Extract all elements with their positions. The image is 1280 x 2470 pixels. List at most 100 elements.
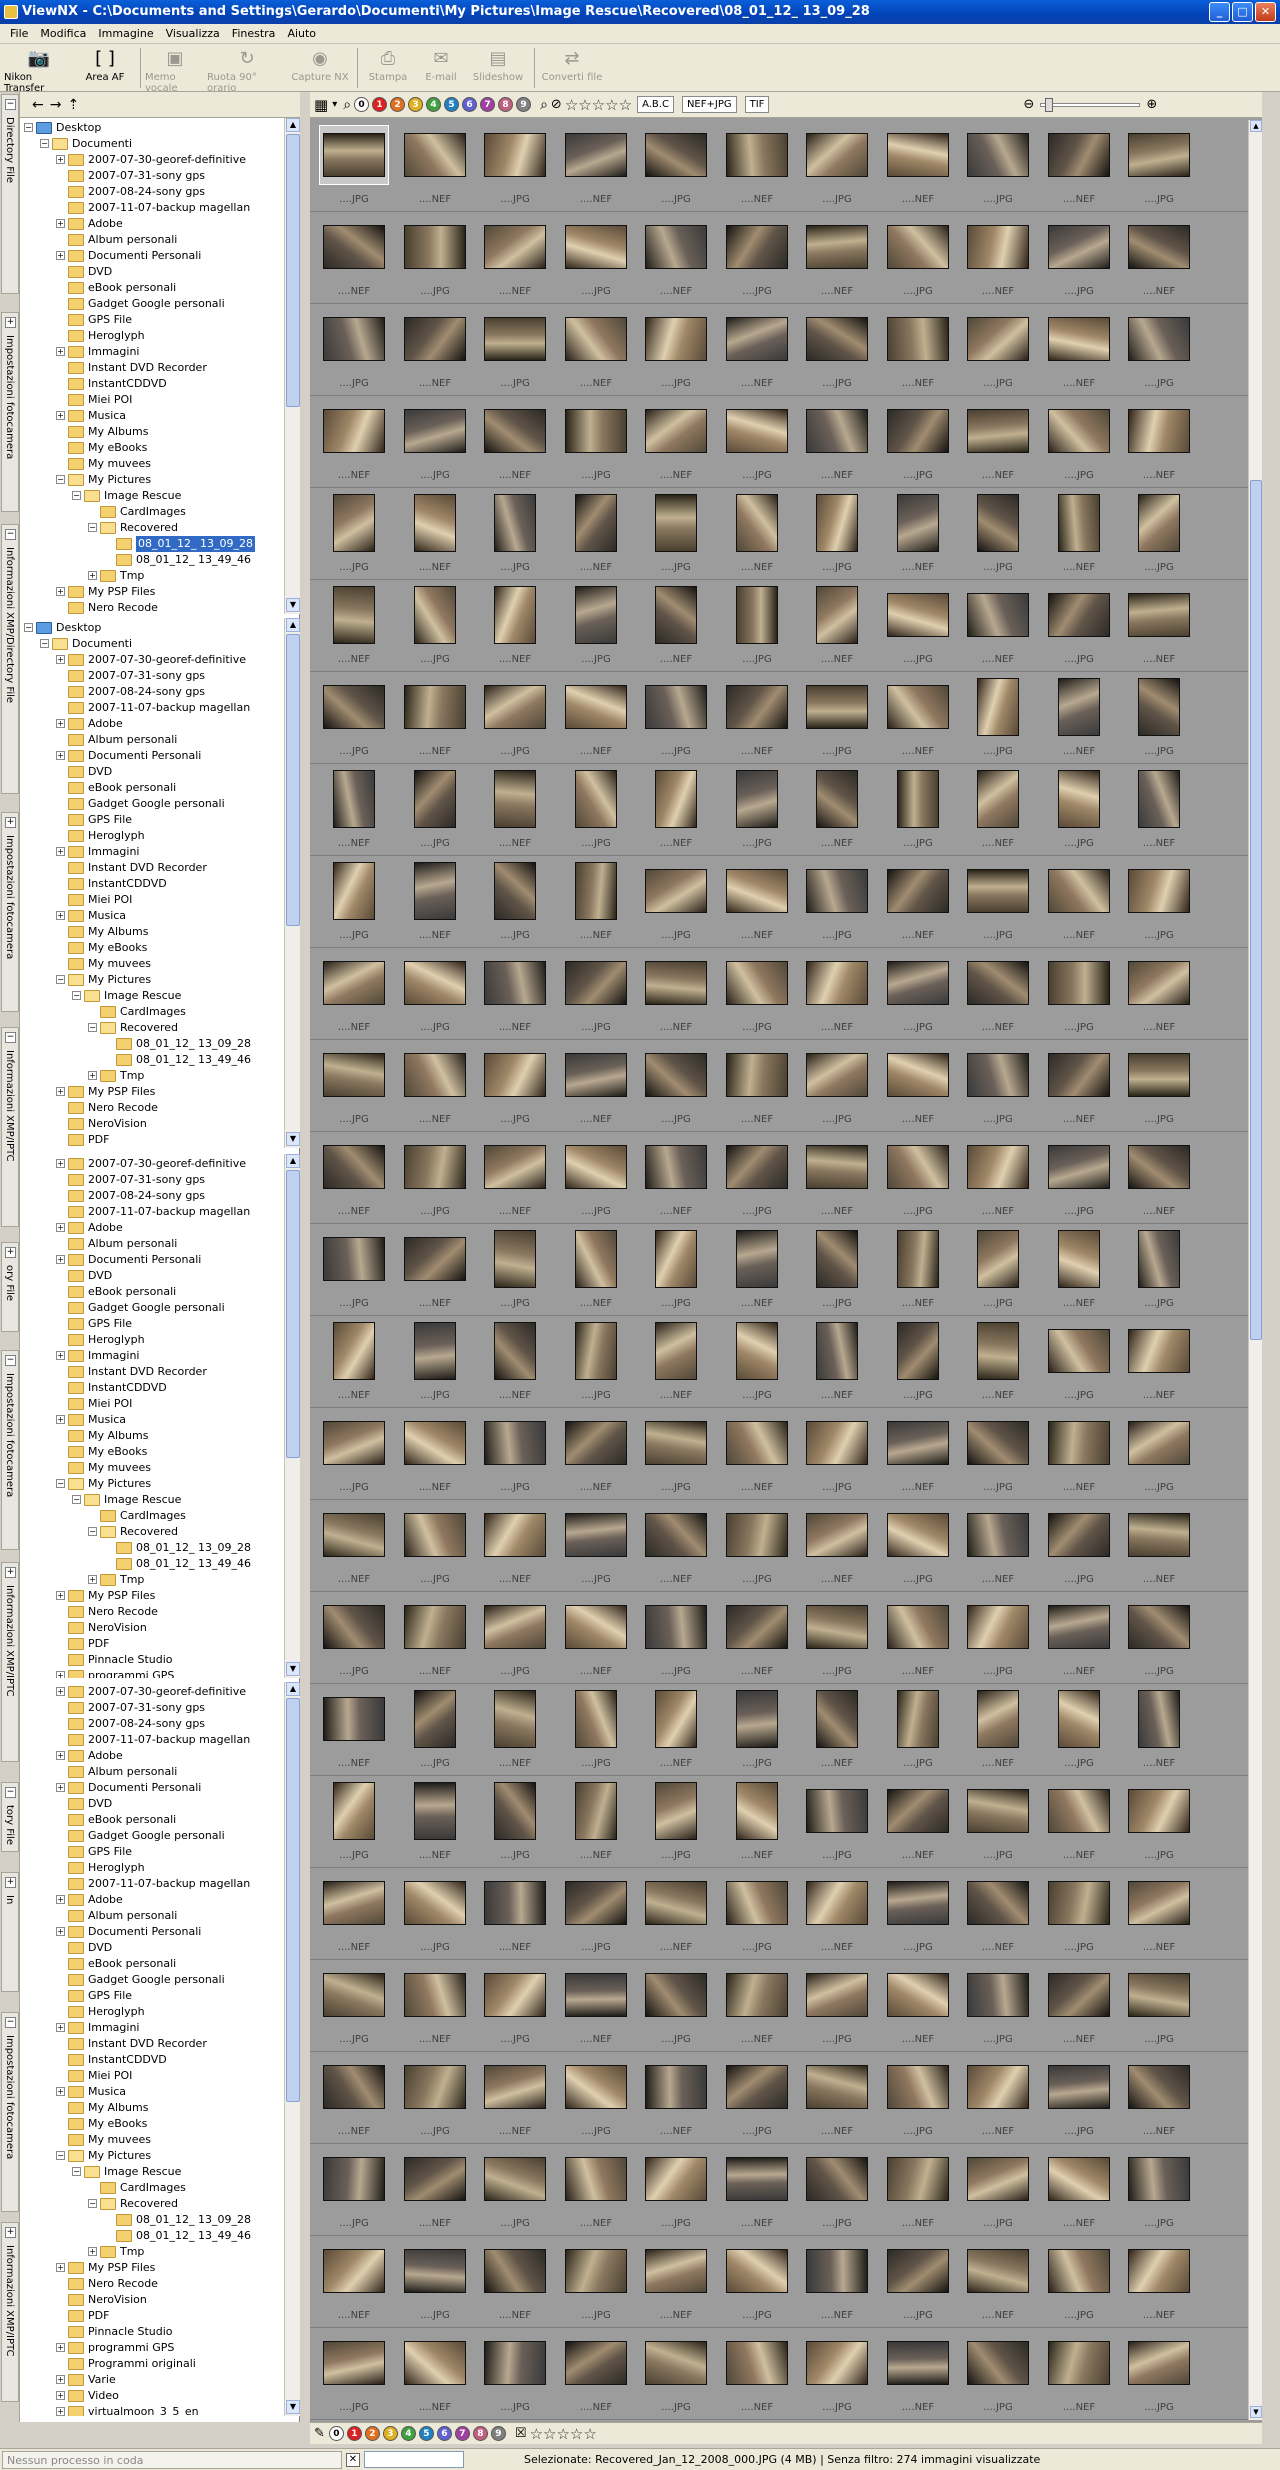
thumbnail[interactable]: ....NEF [958, 2052, 1038, 2144]
tree-item[interactable]: − Image Rescue [20, 1492, 282, 1508]
tree-item[interactable]: + programmi GPS [20, 1668, 282, 1678]
label-filter-1[interactable]: 1 [372, 97, 388, 112]
expand-icon[interactable]: + [88, 1575, 97, 1584]
thumbnail[interactable]: ....JPG [958, 672, 1038, 764]
thumbnail[interactable]: ....NEF [475, 1500, 555, 1592]
tree-item[interactable]: − Desktop [20, 620, 282, 636]
thumbnail[interactable]: ....NEF [636, 1684, 716, 1776]
tree-item[interactable]: 2007-11-07-backup magellan [20, 1876, 282, 1892]
thumbnail[interactable]: ....JPG [1119, 120, 1199, 212]
thumbnail[interactable]: ....JPG [314, 1224, 394, 1316]
expand-tab-icon[interactable]: + [5, 817, 16, 828]
thumbnail[interactable]: ....NEF [797, 396, 877, 488]
expand-icon[interactable]: + [56, 1671, 65, 1678]
thumbnail[interactable]: ....JPG [1039, 2236, 1119, 2328]
thumbnail[interactable]: ....NEF [314, 948, 394, 1040]
thumbnail[interactable]: ....JPG [717, 1316, 797, 1408]
thumbnail[interactable]: ....NEF [556, 120, 636, 212]
tree-item[interactable]: Album personali [20, 1908, 282, 1924]
tree-item[interactable]: Programmi originali [20, 2356, 282, 2372]
thumbnail[interactable]: ....JPG [958, 120, 1038, 212]
thumbnail[interactable]: ....JPG [958, 856, 1038, 948]
tree-item[interactable]: GPS File [20, 1988, 282, 2004]
thumbnail[interactable]: ....NEF [958, 764, 1038, 856]
expand-icon[interactable]: + [56, 719, 65, 728]
thumbnail[interactable]: ....JPG [797, 856, 877, 948]
collapse-icon[interactable]: − [88, 523, 97, 532]
expand-icon[interactable]: + [56, 251, 65, 260]
thumbnail[interactable]: ....NEF [717, 120, 797, 212]
thumbnail[interactable]: ....JPG [475, 1960, 555, 2052]
tree-item[interactable]: 2007-08-24-sony gps [20, 1188, 282, 1204]
thumbnail[interactable]: ....JPG [636, 2328, 716, 2420]
scroll-up-icon[interactable]: ▲ [286, 118, 300, 132]
tree-item[interactable]: Miei POI [20, 2068, 282, 2084]
thumbnail[interactable]: ....NEF [556, 1960, 636, 2052]
tree-item[interactable]: My eBooks [20, 440, 282, 456]
cancel-process-icon[interactable]: ✕ [346, 2452, 360, 2467]
thumbnail[interactable]: ....NEF [958, 1500, 1038, 1592]
thumbnail[interactable]: ....JPG [636, 1224, 716, 1316]
thumbnail[interactable]: ....JPG [395, 764, 475, 856]
thumbnail[interactable]: ....NEF [475, 1316, 555, 1408]
tree-item[interactable]: 08_01_12_ 13_49_46 [20, 1052, 282, 1068]
thumbnail[interactable]: ....JPG [314, 1960, 394, 2052]
thumbnail[interactable]: ....JPG [395, 2236, 475, 2328]
thumbnail[interactable]: ....NEF [1119, 396, 1199, 488]
thumbnail[interactable]: ....JPG [395, 948, 475, 1040]
expand-icon[interactable]: + [56, 751, 65, 760]
thumbnail[interactable]: ....JPG [1119, 1776, 1199, 1868]
tree-item[interactable]: 08_01_12_ 13_49_46 [20, 552, 282, 568]
thumbnail[interactable]: ....NEF [878, 1776, 958, 1868]
tree-item[interactable]: Heroglyph [20, 1860, 282, 1876]
scroll-up-icon[interactable]: ▲ [286, 1682, 300, 1696]
thumbnail[interactable]: ....JPG [797, 2328, 877, 2420]
thumbnail[interactable]: ....JPG [958, 304, 1038, 396]
thumbnail[interactable]: ....JPG [314, 672, 394, 764]
thumbnail[interactable]: ....JPG [797, 1408, 877, 1500]
scroll-up-icon[interactable]: ▲ [1250, 120, 1262, 132]
thumbnail[interactable]: ....JPG [314, 1776, 394, 1868]
thumbnail[interactable]: ....JPG [395, 1868, 475, 1960]
thumbnail[interactable]: ....NEF [556, 672, 636, 764]
expand-icon[interactable]: + [88, 571, 97, 580]
thumbnail[interactable]: ....NEF [1119, 212, 1199, 304]
label-assign-8[interactable]: 8 [472, 2426, 488, 2441]
thumbnail[interactable]: ....NEF [717, 304, 797, 396]
thumbnail[interactable]: ....JPG [878, 764, 958, 856]
thumbnail[interactable]: ....NEF [717, 672, 797, 764]
thumbnail[interactable]: ....NEF [475, 2236, 555, 2328]
thumbnail[interactable]: ....NEF [1039, 1224, 1119, 1316]
thumbnail[interactable]: ....NEF [958, 1316, 1038, 1408]
thumbnail[interactable]: ....NEF [797, 1868, 877, 1960]
thumbnail[interactable]: ....NEF [878, 2144, 958, 2236]
tree-item[interactable]: + Adobe [20, 1220, 282, 1236]
tree-item[interactable]: + Immagini [20, 2020, 282, 2036]
thumbnail[interactable]: ....JPG [556, 948, 636, 1040]
tree-item[interactable]: 2007-11-07-backup magellan [20, 200, 282, 216]
thumbnail[interactable]: ....NEF [314, 2236, 394, 2328]
tree-item[interactable]: DVD [20, 1268, 282, 1284]
menu-immagine[interactable]: Immagine [92, 27, 159, 40]
thumbnail[interactable]: ....NEF [314, 1500, 394, 1592]
thumbnail[interactable]: ....JPG [958, 1408, 1038, 1500]
thumbnail[interactable]: ....NEF [556, 1592, 636, 1684]
back-arrow-icon[interactable]: ← [32, 97, 44, 113]
tree-item[interactable]: My eBooks [20, 1444, 282, 1460]
thumbnail[interactable]: ....NEF [1119, 764, 1199, 856]
tree-item[interactable]: DVD [20, 1796, 282, 1812]
tree-item[interactable]: My eBooks [20, 940, 282, 956]
tree-item[interactable]: + Adobe [20, 1892, 282, 1908]
thumbnail[interactable]: ....NEF [475, 396, 555, 488]
tree-item[interactable]: My Albums [20, 924, 282, 940]
tree-item[interactable]: − Recovered [20, 1020, 282, 1036]
thumbnail[interactable]: ....NEF [1039, 1776, 1119, 1868]
tree-item[interactable]: + Musica [20, 1412, 282, 1428]
tree-item[interactable]: + Adobe [20, 716, 282, 732]
thumbnail[interactable]: ....JPG [475, 672, 555, 764]
tree-item[interactable]: Pinnacle Studio [20, 2324, 282, 2340]
thumbnail[interactable]: ....NEF [717, 1776, 797, 1868]
scroll-down-icon[interactable]: ▼ [286, 598, 300, 612]
side-tab-2[interactable]: + Impostazioni fotocamera [1, 312, 19, 512]
scroll-down-icon[interactable]: ▼ [286, 2400, 300, 2414]
